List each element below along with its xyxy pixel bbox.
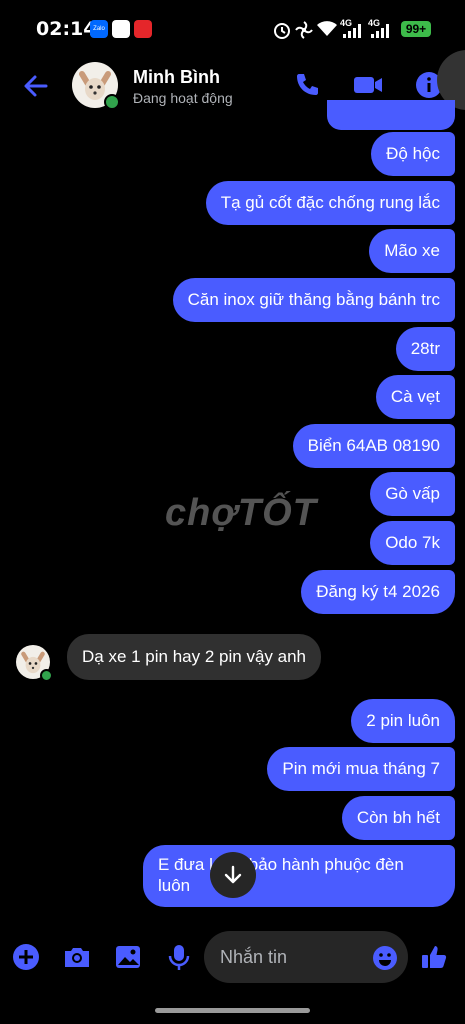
message-text: Cà vẹt [390, 387, 440, 406]
message-bubble-partial [327, 100, 455, 130]
message-text: Tạ gủ cốt đặc chống rung lắc [220, 193, 440, 212]
message-text: Odo 7k [385, 533, 440, 552]
message-bubble-outgoing[interactable]: Độ hộc [371, 132, 455, 176]
message-bubble-outgoing[interactable]: Đăng ký t4 2026 [301, 570, 455, 614]
alarm-icon [274, 23, 290, 39]
signal-icon [343, 24, 361, 38]
fan-icon [295, 21, 313, 39]
wifi-icon [317, 21, 337, 36]
contact-status: Đang hoạt động [133, 90, 233, 106]
message-text: Gò vấp [385, 484, 440, 503]
status-bar: 02:14 Zalo 4G 4G 99+ [0, 0, 465, 58]
message-bubble-outgoing[interactable]: Pin mới mua tháng 7 [267, 747, 455, 791]
message-bubble-outgoing[interactable]: Tạ gủ cốt đặc chống rung lắc [205, 181, 455, 225]
message-bubble-outgoing[interactable]: Odo 7k [370, 521, 455, 565]
back-arrow-icon[interactable] [22, 72, 50, 100]
message-text: E đưa l… ồ bảo hành phuộc đèn [158, 855, 404, 874]
emoji-icon[interactable] [372, 945, 398, 971]
message-text: Pin mới mua tháng 7 [282, 759, 440, 778]
thumbs-up-icon[interactable] [420, 943, 448, 971]
message-text: 28tr [410, 339, 440, 358]
app-icon [112, 20, 130, 38]
message-text: luôn [158, 876, 191, 895]
app-icon [134, 20, 152, 38]
home-indicator [155, 1008, 310, 1013]
message-input[interactable]: Nhắn tin [204, 931, 408, 983]
arrow-down-icon [224, 865, 242, 884]
message-text: Đăng ký t4 2026 [316, 582, 440, 601]
online-indicator [40, 669, 53, 682]
message-text: Độ hộc [386, 144, 440, 163]
camera-icon[interactable] [62, 943, 92, 971]
plus-icon[interactable] [12, 943, 40, 971]
message-bubble-incoming[interactable]: Dạ xe 1 pin hay 2 pin vậy anh [67, 634, 321, 680]
message-text: Dạ xe 1 pin hay 2 pin vậy anh [82, 647, 306, 666]
message-text: 2 pin luôn [366, 711, 440, 730]
video-call-icon[interactable] [352, 70, 384, 100]
microphone-icon[interactable] [166, 943, 192, 971]
message-bubble-outgoing[interactable]: Căn inox giữ thăng bằng bánh trc [172, 278, 455, 322]
zalo-icon: Zalo [90, 20, 108, 38]
message-bubble-outgoing[interactable]: Mão xe [369, 229, 455, 273]
message-bubble-outgoing[interactable]: 2 pin luôn [351, 699, 455, 743]
gallery-icon[interactable] [114, 943, 142, 971]
phone-call-icon[interactable] [292, 70, 322, 100]
message-bubble-outgoing[interactable]: 28tr [395, 327, 455, 371]
message-text: Mão xe [384, 241, 440, 260]
signal-icon [371, 24, 389, 38]
message-input-placeholder: Nhắn tin [220, 947, 288, 967]
online-indicator [104, 94, 120, 110]
message-bubble-outgoing[interactable]: Còn bh hết [341, 796, 455, 840]
scroll-to-bottom-button[interactable] [210, 852, 256, 898]
message-bubble-outgoing[interactable]: E đưa l… ồ bảo hành phuộc đèn luôn [143, 845, 455, 907]
message-bubble-outgoing[interactable]: Gò vấp [370, 472, 455, 516]
message-text: Biển 64AB 08190 [307, 436, 440, 455]
contact-name[interactable]: Minh Bình [133, 67, 220, 88]
watermark: chợTỐT [165, 492, 317, 534]
message-text: Còn bh hết [356, 808, 440, 827]
message-text: Căn inox giữ thăng bằng bánh trc [187, 290, 440, 309]
message-composer: Nhắn tin [0, 925, 465, 995]
battery-indicator: 99+ [401, 21, 431, 37]
message-bubble-outgoing[interactable]: Biển 64AB 08190 [292, 424, 455, 468]
message-bubble-outgoing[interactable]: Cà vẹt [375, 375, 455, 419]
clock: 02:14 [36, 18, 97, 40]
